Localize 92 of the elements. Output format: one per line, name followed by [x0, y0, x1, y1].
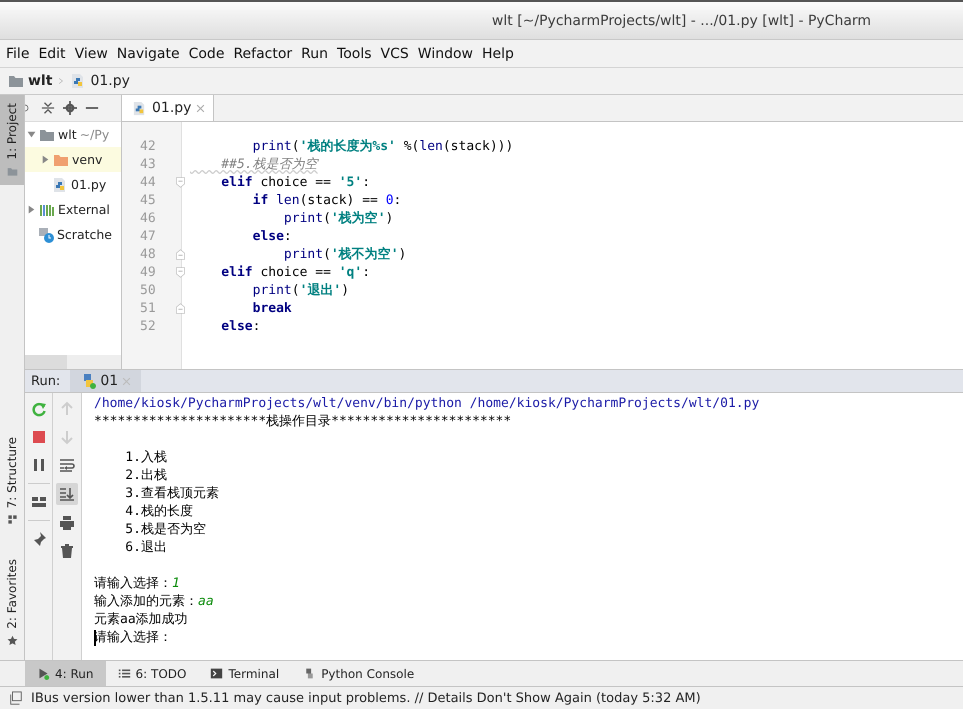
menu-item[interactable]: Tools — [337, 44, 372, 64]
menu-item[interactable]: Run — [301, 44, 328, 64]
menu-item[interactable]: View — [74, 44, 108, 64]
collapse-all-icon[interactable] — [41, 101, 55, 115]
trash-icon[interactable] — [59, 543, 75, 559]
terminal-icon — [210, 667, 224, 680]
typed-input-text: 1 — [172, 575, 180, 593]
code-line: break — [252, 300, 293, 318]
menu-item[interactable]: Help — [482, 44, 514, 64]
console-output: **********************栈操作目录*********************** — [94, 413, 512, 431]
menu-item[interactable]: Refactor — [233, 44, 292, 64]
code-line: if len(stack) == 0: — [252, 192, 402, 210]
line-number: 43 — [140, 156, 156, 174]
menu-item[interactable]: Window — [418, 44, 473, 64]
panel-title: Run: — [30, 372, 62, 390]
run-tab[interactable]: 01 — [70, 370, 142, 392]
breadcrumb-item[interactable]: 01.py — [70, 73, 130, 89]
console-output: 元素aa添加成功 — [94, 611, 188, 629]
tool-window-tab[interactable]: 4: Run — [25, 661, 106, 686]
code-line: ##5.栈是否为空 — [220, 156, 320, 174]
expanded-arrow-icon — [27, 130, 36, 139]
console-command: /home/kiosk/PycharmProjects/wlt/venv/bin/python /home/kiosk/PycharmProjects/wlt/01.py — [94, 395, 760, 413]
menu-item[interactable]: VCS — [380, 44, 409, 64]
code-line: print('退出') — [252, 282, 350, 300]
python-file-icon — [52, 176, 68, 192]
code-line: print('栈的长度为%s' %(len(stack))) — [252, 138, 514, 156]
code-line: print('栈不为空') — [282, 246, 408, 264]
code-line: elif choice == 'q': — [220, 264, 372, 282]
horizontal-scrollbar[interactable] — [25, 355, 121, 369]
code-line: else: — [252, 228, 293, 246]
editor-tab[interactable]: 01.py — [122, 95, 214, 121]
line-number: 42 — [140, 138, 156, 156]
line-number: 49 — [140, 264, 156, 282]
folder-icon — [8, 73, 24, 89]
status-message: IBus version lower than 1.5.11 may cause input problems. // Details Don't Show Again (today 5:32 AM) — [31, 690, 701, 706]
fold-marker-icon[interactable] — [175, 177, 186, 188]
breadcrumb-item[interactable]: wlt — [8, 73, 52, 89]
menu-item[interactable]: Code — [188, 44, 224, 64]
menu-item[interactable]: Navigate — [116, 44, 180, 64]
fold-marker-icon[interactable] — [175, 303, 186, 314]
tool-window-tab[interactable]: 6: TODO — [106, 661, 198, 686]
fold-marker-icon[interactable] — [175, 249, 186, 260]
line-number: 46 — [140, 210, 156, 228]
console-prompt: 请输入选择： — [94, 575, 172, 593]
soft-wrap-icon[interactable] — [59, 457, 75, 473]
scrollbar-thumb[interactable] — [25, 355, 67, 369]
line-number: 45 — [140, 192, 156, 210]
scratch-file-icon — [38, 226, 54, 242]
print-icon[interactable] — [59, 515, 75, 531]
code-line: elif choice == '5': — [220, 174, 372, 192]
code-line: else: — [220, 318, 262, 336]
console-output: 4.栈的长度 — [124, 503, 193, 521]
list-icon — [118, 667, 131, 680]
tool-window-tab[interactable]: 1: Project — [0, 95, 24, 185]
layout-icon[interactable] — [30, 494, 46, 510]
collapsed-arrow-icon — [27, 205, 36, 214]
window-title: wlt [~/PycharmProjects/wlt] - .../01.py [wlt] - PyCharm — [492, 12, 872, 28]
line-number: 51 — [140, 300, 156, 318]
line-number: 48 — [140, 246, 156, 264]
typed-input-text: aa — [198, 593, 214, 611]
line-number: 52 — [140, 318, 156, 336]
tree-item[interactable]: wlt ~/Py — [25, 122, 121, 147]
structure-icon — [6, 514, 18, 526]
tree-item[interactable]: 01.py — [25, 172, 121, 197]
console-prompt: 输入添加的元素： — [94, 593, 198, 611]
run-icon — [37, 667, 50, 680]
stop-icon[interactable] — [30, 429, 46, 445]
tool-window-tab[interactable]: Python Console — [291, 661, 426, 686]
tree-item[interactable]: Scratche — [25, 222, 121, 247]
line-number: 47 — [140, 228, 156, 246]
event-log-icon[interactable] — [9, 691, 23, 705]
folder-icon — [6, 166, 18, 177]
scroll-to-end-icon[interactable] — [59, 486, 75, 502]
line-number: 44 — [140, 174, 156, 192]
code-line: print('栈为空') — [282, 210, 394, 228]
fold-marker-icon[interactable] — [175, 267, 186, 278]
console-output: 3.查看栈顶元素 — [124, 485, 219, 503]
menu-item[interactable]: Edit — [38, 44, 66, 64]
tool-window-tab[interactable]: Terminal — [198, 661, 292, 686]
collapsed-arrow-icon — [41, 155, 50, 164]
python-file-icon — [132, 100, 147, 116]
console-output: 6.退出 — [124, 539, 167, 557]
tree-item[interactable]: External — [25, 197, 121, 222]
star-icon — [6, 635, 18, 646]
menu-item[interactable]: File — [6, 44, 30, 64]
console-output: 1.入栈 — [124, 449, 167, 467]
console-output: 2.出栈 — [124, 467, 167, 485]
tree-item[interactable]: venv — [25, 147, 121, 172]
tool-window-tab[interactable]: 2: Favorites — [0, 551, 24, 654]
line-number: 50 — [140, 282, 156, 300]
tool-window-tab[interactable]: 7: Structure — [0, 428, 24, 534]
console-output: 5.栈是否为空 — [124, 521, 206, 539]
